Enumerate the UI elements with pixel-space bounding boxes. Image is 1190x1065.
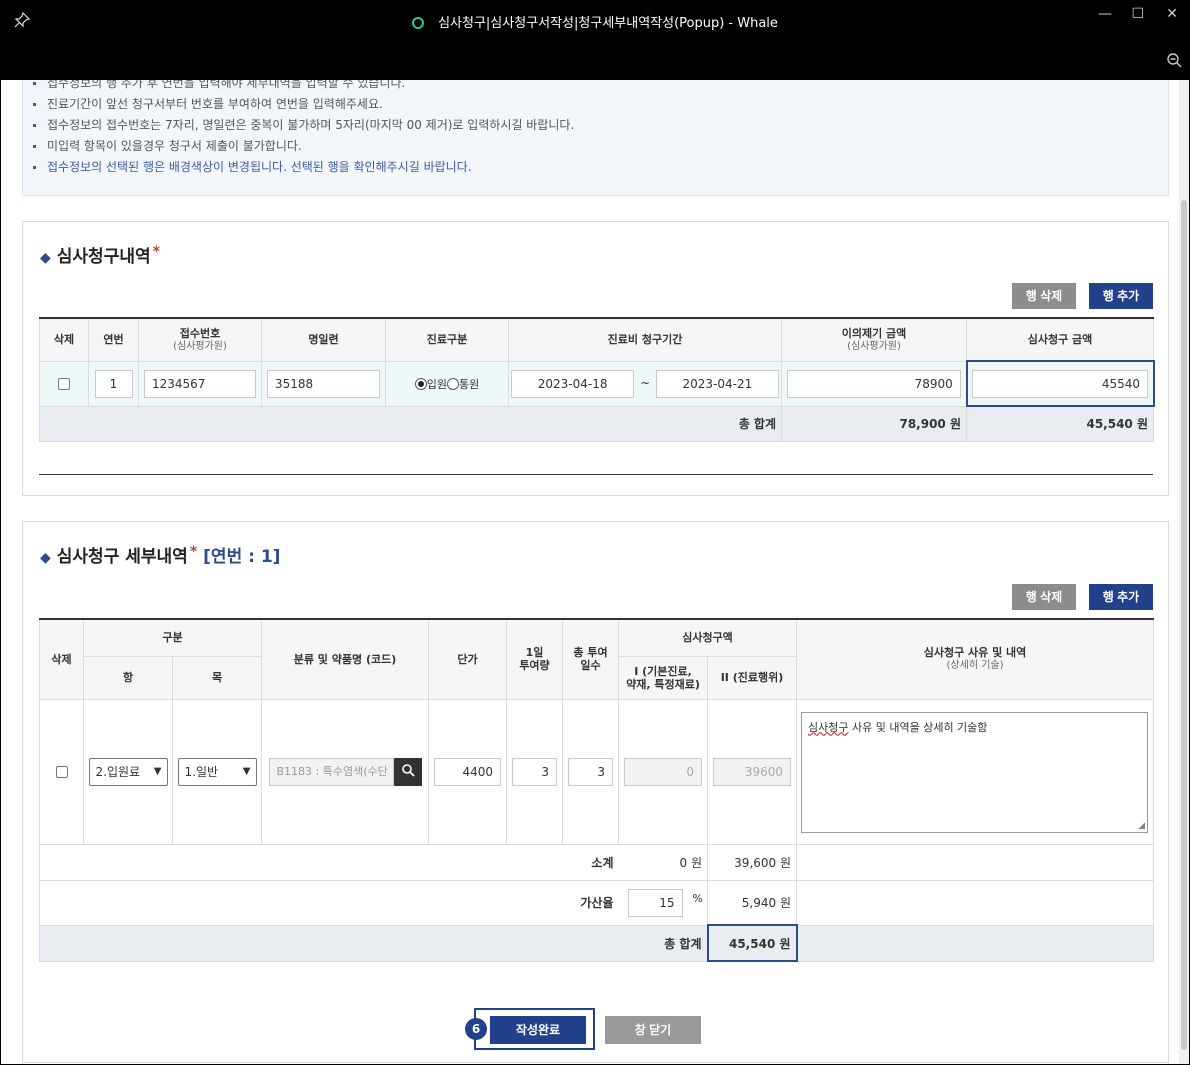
chevron-down-icon: ▼	[242, 765, 251, 777]
notice-item: 진료기간이 앞선 청구서부터 번호를 부여하여 연번을 입력해주세요.	[33, 94, 1168, 115]
row-checkbox[interactable]	[58, 378, 70, 390]
seq-indicator: [연번 : 1]	[203, 547, 281, 567]
subtotal2: 39,600 원	[706, 843, 798, 881]
section-title: ◆ 심사청구내역 *	[40, 244, 160, 267]
header-disputed-amount: 이의제기 금액 (심사평가원)	[781, 318, 967, 362]
row-checkbox[interactable]	[55, 766, 68, 778]
step-badge: 6	[465, 1018, 487, 1040]
submit-button[interactable]: 작성완료	[490, 1016, 586, 1044]
search-icon[interactable]	[393, 757, 422, 786]
item-select[interactable]: 2.입원료 ▼	[88, 757, 168, 786]
chevron-down-icon: ▼	[153, 765, 162, 777]
header-seq: 연번	[88, 318, 139, 362]
serial-input[interactable]: 35188	[267, 369, 380, 398]
delete-row-button[interactable]: 행 삭제	[1012, 283, 1076, 309]
zoom-out-icon[interactable]	[1166, 52, 1182, 72]
claim-detail-section: ◆ 심사청구 세부내역 * [연번 : 1] 행 삭제 행 추가 삭제 구분 분류 및…	[22, 521, 1169, 1063]
outpatient-radio[interactable]	[447, 378, 459, 390]
table-bottom-line	[39, 474, 1153, 475]
table-row[interactable]: 1 1234567 35188 입원 통원 2023-04-18 ~ 2023-0…	[39, 360, 1155, 407]
total-claim: 45,540 원	[966, 405, 1154, 442]
header-reason: 심사청구 사유 및 내역 (상세히 기술)	[796, 619, 1155, 700]
claim-detail-table: 삭제 구분 분류 및 약품명 (코드) 단가 1일 투여량 총 투여 일수 심사청구…	[39, 618, 1155, 962]
window-title: 심사청구|심사청구서작성|청구세부내역작성(Popup) - Whale	[0, 12, 1190, 31]
table-row[interactable]: 2.입원료 ▼ 1.일반 ▼ B1183 : 특수염색(수단 4400 3 3 0 …	[39, 698, 1155, 845]
notice-item: 접수정보의 선택된 행은 배경색상이 변경됩니다. 선택된 행을 확인해주시길 …	[33, 157, 1168, 178]
amount1-input: 0	[624, 757, 702, 786]
sub-item-select[interactable]: 1.일반 ▼	[177, 757, 257, 786]
total-label: 총 합계	[39, 924, 708, 962]
header-total-days: 총 투여 일수	[562, 619, 619, 700]
window-titlebar: 심사청구|심사청구서작성|청구세부내역작성(Popup) - Whale — ☐…	[0, 0, 1190, 80]
add-row-button[interactable]: 행 추가	[1089, 584, 1153, 610]
maximize-button[interactable]: ☐	[1131, 6, 1144, 22]
rate-input[interactable]: 15	[627, 888, 683, 917]
header-period: 진료비 청구기간	[508, 318, 782, 362]
header-category: 구분	[83, 619, 262, 657]
header-unit-price: 단가	[428, 619, 507, 700]
notice-item: 접수정보의 행 추가 후 연번을 입력해야 세부내역을 입력할 수 있습니다.	[33, 80, 1168, 94]
header-claim-amount: 심사청구액	[617, 619, 798, 657]
header-item: 항	[83, 656, 173, 700]
claim-amount-input[interactable]: 45540	[972, 369, 1148, 398]
header-delete: 삭제	[39, 318, 89, 362]
header-amount2: II (진료행위)	[706, 656, 798, 700]
reason-textarea[interactable]: 심사청구 사유 및 내역을 상세히 기술함 ◢	[801, 711, 1149, 833]
add-row-button[interactable]: 행 추가	[1089, 283, 1153, 309]
scrollbar-thumb[interactable]	[1181, 200, 1187, 1050]
rate-label: 가산율	[39, 879, 619, 926]
total-disputed: 78,900 원	[781, 405, 967, 442]
inpatient-radio[interactable]	[414, 378, 427, 390]
section-title: ◆ 심사청구 세부내역 * [연번 : 1]	[40, 544, 281, 567]
period-from-input[interactable]: 2023-04-18	[511, 369, 635, 398]
close-window-button[interactable]: ✕	[1166, 6, 1178, 22]
claim-list-table: 삭제 연번 접수번호 (심사평가원) 명일련 진료구분 진료비 청구기간 이의제기…	[39, 317, 1155, 442]
window-title-text: 심사청구|심사청구서작성|청구세부내역작성(Popup) - Whale	[438, 16, 778, 31]
header-receipt-no: 접수번호 (심사평가원)	[138, 318, 262, 362]
header-delete: 삭제	[39, 619, 84, 700]
header-care-type: 진료구분	[385, 318, 509, 362]
header-claim-amount: 심사청구 금액	[966, 318, 1154, 362]
period-to-input[interactable]: 2023-04-21	[655, 369, 779, 398]
resize-grip-icon[interactable]: ◢	[1138, 821, 1145, 831]
notice-item: 미입력 항목이 있을경우 청구서 제출이 불가합니다.	[33, 136, 1168, 157]
notice-box: 접수정보의 행 추가 후 연번을 입력해야 세부내역을 입력할 수 있습니다. …	[22, 80, 1169, 196]
claim-list-section: ◆ 심사청구내역 * 행 삭제 행 추가 삭제 연번 접수번호 (심사평가원) 명일련…	[22, 221, 1169, 496]
amount2-input: 39600	[713, 757, 791, 786]
total-label: 총 합계	[39, 405, 782, 442]
header-serial: 명일련	[261, 318, 386, 362]
header-daily-dose: 1일 투여량	[506, 619, 563, 700]
diamond-icon: ◆	[40, 550, 51, 566]
receipt-no-input[interactable]: 1234567	[144, 369, 256, 398]
total-days-input[interactable]: 3	[568, 757, 613, 786]
daily-dose-input[interactable]: 3	[512, 757, 557, 786]
page-content: 접수정보의 행 추가 후 연번을 입력해야 세부내역을 입력할 수 있습니다. …	[1, 80, 1189, 1064]
rate-unit: %	[692, 892, 703, 905]
delete-row-button[interactable]: 행 삭제	[1012, 584, 1076, 610]
disputed-amount-input[interactable]: 78900	[786, 369, 961, 398]
close-button[interactable]: 창 닫기	[605, 1016, 701, 1044]
subtotal-label: 소계	[39, 843, 619, 881]
subtotal1: 0 원	[618, 843, 708, 881]
header-amount1: I (기본진료, 약재, 특정재료)	[618, 656, 708, 700]
period-separator: ~	[639, 376, 651, 390]
whale-logo-icon	[412, 17, 425, 29]
unit-price-input[interactable]: 4400	[434, 757, 501, 786]
minimize-button[interactable]: —	[1098, 6, 1112, 22]
header-drug: 분류 및 약품명 (코드)	[261, 619, 429, 700]
notice-item: 접수정보의 접수번호는 7자리, 명일련은 중복이 불가하며 5자리(마지막 0…	[33, 115, 1168, 136]
rate-amount: 5,940 원	[706, 879, 798, 926]
header-sub-item: 목	[172, 656, 262, 700]
seq-input[interactable]: 1	[94, 369, 133, 398]
diamond-icon: ◆	[40, 250, 51, 266]
drug-input[interactable]: B1183 : 특수염색(수단	[268, 757, 394, 786]
care-type-radio-group: 입원 통원	[385, 360, 509, 407]
scrollbar[interactable]	[1179, 80, 1189, 1064]
total-amount: 45,540 원	[706, 924, 798, 962]
